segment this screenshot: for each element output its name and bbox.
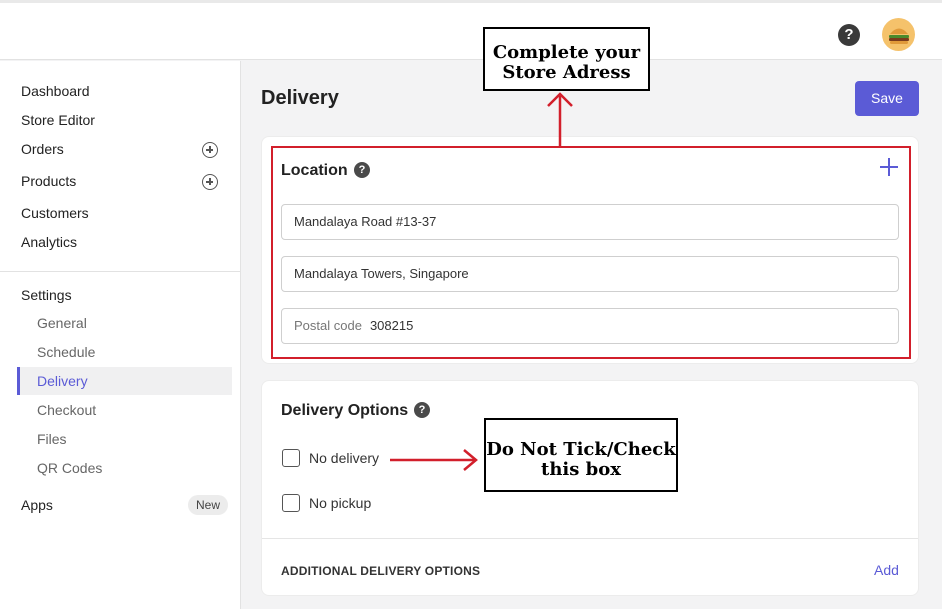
sidebar-item-products[interactable]: Products [21, 173, 76, 189]
delivery-options-title: Delivery Options [281, 402, 409, 419]
sidebar-item-customers[interactable]: Customers [21, 205, 89, 221]
sidebar-item-qr-codes[interactable]: QR Codes [37, 460, 102, 476]
sidebar-divider [0, 271, 240, 272]
sidebar-item-checkout[interactable]: Checkout [37, 402, 96, 418]
new-badge: New [188, 495, 228, 515]
callout-complete-address: Complete your Store Adress [483, 27, 650, 91]
save-button[interactable]: Save [855, 81, 919, 116]
sidebar-item-schedule[interactable]: Schedule [37, 344, 95, 360]
sidebar: Dashboard Store Editor Orders Products C… [0, 61, 241, 609]
sidebar-item-delivery[interactable]: Delivery [37, 373, 88, 389]
callout-top-line2: Store Adress [502, 62, 631, 83]
additional-delivery-options-label: ADDITIONAL DELIVERY OPTIONS [281, 564, 481, 578]
sidebar-item-settings[interactable]: Settings [21, 287, 72, 303]
no-delivery-checkbox[interactable] [282, 449, 300, 467]
burger-icon [888, 28, 909, 44]
sidebar-item-store-editor[interactable]: Store Editor [21, 112, 95, 128]
avatar[interactable] [882, 18, 915, 51]
callout-top-line1: Complete your [492, 42, 641, 63]
top-bar: ? [0, 0, 942, 60]
page-title: Delivery [261, 87, 339, 109]
sidebar-item-apps[interactable]: Apps [21, 497, 53, 513]
sidebar-item-dashboard[interactable]: Dashboard [21, 83, 90, 99]
callout-bottom-line2: this box [541, 459, 621, 480]
sidebar-item-files[interactable]: Files [37, 431, 67, 447]
help-icon[interactable]: ? [838, 24, 860, 46]
delivery-options-help-icon[interactable]: ? [414, 402, 430, 418]
location-highlight-box [271, 146, 911, 359]
add-delivery-option-link[interactable]: Add [874, 562, 899, 578]
card-divider [262, 538, 918, 539]
add-product-icon[interactable] [202, 174, 218, 190]
sidebar-item-analytics[interactable]: Analytics [21, 234, 77, 250]
no-pickup-label[interactable]: No pickup [309, 495, 371, 511]
no-delivery-label[interactable]: No delivery [309, 450, 379, 466]
callout-do-not-check: Do Not Tick/Check this box [484, 418, 678, 492]
add-order-icon[interactable] [202, 142, 218, 158]
callout-bottom-line1: Do Not Tick/Check [486, 439, 676, 460]
no-pickup-checkbox[interactable] [282, 494, 300, 512]
sidebar-item-general[interactable]: General [37, 315, 87, 331]
sidebar-item-orders[interactable]: Orders [21, 141, 64, 157]
